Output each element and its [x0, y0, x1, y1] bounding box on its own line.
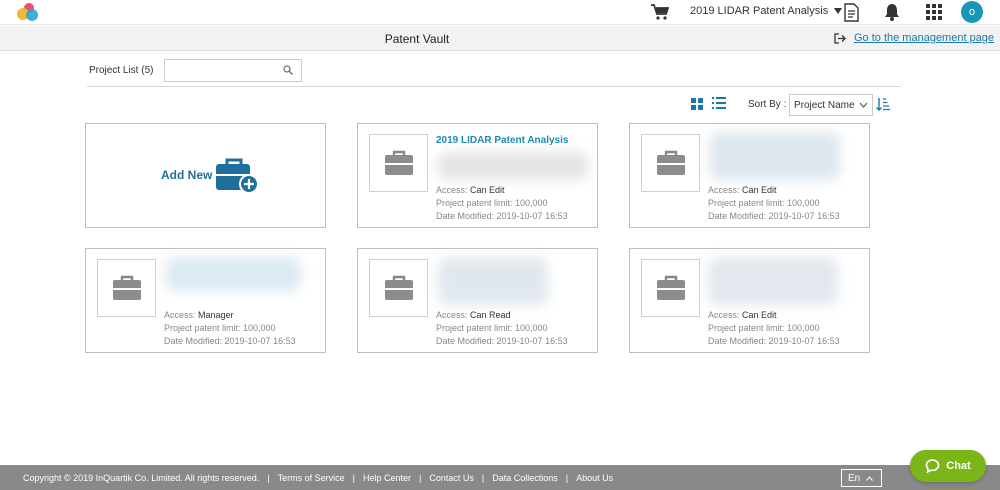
footer-separator: |	[352, 473, 355, 483]
access-label: Access:	[436, 310, 468, 320]
chat-bubble-icon	[925, 459, 940, 473]
patent-limit: Project patent limit: 100,000	[164, 323, 276, 333]
footer-separator: |	[481, 473, 485, 483]
access-value: Can Read	[470, 310, 511, 320]
project-meta: Access: Manager Project patent limit: 10…	[164, 309, 296, 348]
project-meta: Access: Can Edit Project patent limit: 1…	[436, 184, 568, 223]
access-value: Can Edit	[742, 185, 777, 195]
project-list-label: Project List (5)	[89, 65, 154, 76]
footer-separator: |	[419, 473, 422, 483]
top-bar: 2019 LIDAR Patent Analysis o	[0, 0, 1000, 25]
language-select[interactable]: En	[841, 469, 882, 487]
patent-limit: Project patent limit: 100,000	[708, 323, 820, 333]
footer-link-data-collections[interactable]: Data Collections	[492, 473, 558, 483]
copyright-text: Copyright © 2019 InQuartik Co. Limited. …	[23, 473, 260, 483]
project-meta: Access: Can Edit Project patent limit: 1…	[708, 309, 840, 348]
date-modified: Date Modified: 2019-10-07 16:53	[436, 336, 568, 346]
patent-limit: Project patent limit: 100,000	[436, 198, 548, 208]
footer: Copyright © 2019 InQuartik Co. Limited. …	[0, 465, 1000, 490]
chevron-down-icon	[859, 102, 868, 108]
project-meta: Access: Can Edit Project patent limit: 1…	[708, 184, 840, 223]
sort-label: Sort By :	[748, 99, 787, 110]
logo-icon[interactable]	[16, 2, 40, 22]
exit-icon	[834, 32, 846, 44]
date-modified: Date Modified: 2019-10-07 16:53	[436, 211, 568, 221]
date-modified: Date Modified: 2019-10-07 16:53	[708, 211, 840, 221]
date-modified: Date Modified: 2019-10-07 16:53	[708, 336, 840, 346]
chat-label: Chat	[946, 460, 971, 472]
chevron-up-icon	[866, 475, 874, 481]
project-card[interactable]: Access: Can Edit Project patent limit: 1…	[629, 123, 870, 228]
bell-icon[interactable]	[884, 3, 900, 21]
project-card[interactable]: Access: Manager Project patent limit: 10…	[85, 248, 326, 353]
management-link-group[interactable]: Go to the management page	[834, 32, 994, 44]
language-value: En	[848, 472, 861, 484]
project-name[interactable]: 2019 LIDAR Patent Analysis	[436, 135, 568, 146]
project-thumbnail	[641, 259, 700, 317]
redacted-text	[438, 257, 548, 305]
access-value: Can Edit	[742, 310, 777, 320]
avatar[interactable]: o	[961, 1, 983, 23]
cart-icon[interactable]	[651, 4, 669, 20]
footer-link-terms[interactable]: Terms of Service	[278, 473, 345, 483]
search-input[interactable]	[165, 60, 275, 81]
footer-link-help[interactable]: Help Center	[363, 473, 411, 483]
briefcase-icon	[656, 150, 685, 175]
divider	[87, 86, 901, 87]
sort-select-value: Project Name	[794, 100, 855, 111]
management-link[interactable]: Go to the management page	[854, 32, 994, 44]
document-icon[interactable]	[843, 3, 859, 22]
project-selector[interactable]: 2019 LIDAR Patent Analysis	[690, 5, 843, 17]
access-label: Access:	[164, 310, 196, 320]
project-selector-label: 2019 LIDAR Patent Analysis	[690, 5, 829, 17]
footer-separator: |	[565, 473, 569, 483]
briefcase-icon	[384, 275, 413, 300]
footer-separator: |	[267, 473, 270, 483]
project-thumbnail	[641, 134, 700, 192]
sort-select[interactable]: Project Name	[789, 94, 873, 116]
briefcase-icon	[112, 275, 141, 300]
footer-links: Copyright © 2019 InQuartik Co. Limited. …	[23, 473, 613, 483]
access-label: Access:	[708, 185, 740, 195]
footer-link-contact[interactable]: Contact Us	[429, 473, 474, 483]
project-meta: Access: Can Read Project patent limit: 1…	[436, 309, 568, 348]
list-view-icon[interactable]	[712, 97, 726, 110]
search-field[interactable]	[164, 59, 302, 82]
project-thumbnail	[369, 259, 428, 317]
project-card[interactable]: 2019 LIDAR Patent Analysis Access: Can E…	[357, 123, 598, 228]
patent-limit: Project patent limit: 100,000	[436, 323, 548, 333]
search-icon[interactable]	[283, 65, 293, 75]
access-value: Can Edit	[470, 185, 505, 195]
apps-grid-icon[interactable]	[926, 4, 942, 20]
project-thumbnail	[97, 259, 156, 317]
patent-limit: Project patent limit: 100,000	[708, 198, 820, 208]
add-new-label: Add New	[161, 168, 213, 182]
briefcase-icon	[656, 275, 685, 300]
caret-down-icon	[834, 8, 843, 14]
redacted-text	[708, 257, 838, 305]
page-title: Patent Vault	[384, 32, 450, 46]
briefcase-add-icon	[216, 158, 258, 194]
add-new-card[interactable]: Add New	[85, 123, 326, 228]
date-modified: Date Modified: 2019-10-07 16:53	[164, 336, 296, 346]
project-card[interactable]: Access: Can Edit Project patent limit: 1…	[629, 248, 870, 353]
sort-order-icon[interactable]	[876, 97, 890, 111]
redacted-text	[166, 257, 301, 291]
briefcase-icon	[384, 150, 413, 175]
access-label: Access:	[708, 310, 740, 320]
chat-button[interactable]: Chat	[910, 450, 986, 482]
grid-view-icon[interactable]	[691, 98, 703, 110]
project-card[interactable]: Access: Can Read Project patent limit: 1…	[357, 248, 598, 353]
redacted-text	[438, 152, 588, 180]
project-thumbnail	[369, 134, 428, 192]
access-value: Manager	[198, 310, 234, 320]
footer-link-about[interactable]: About Us	[576, 473, 613, 483]
access-label: Access:	[436, 185, 468, 195]
redacted-text	[710, 132, 840, 180]
title-bar: Patent Vault Go to the management page	[0, 26, 1000, 51]
